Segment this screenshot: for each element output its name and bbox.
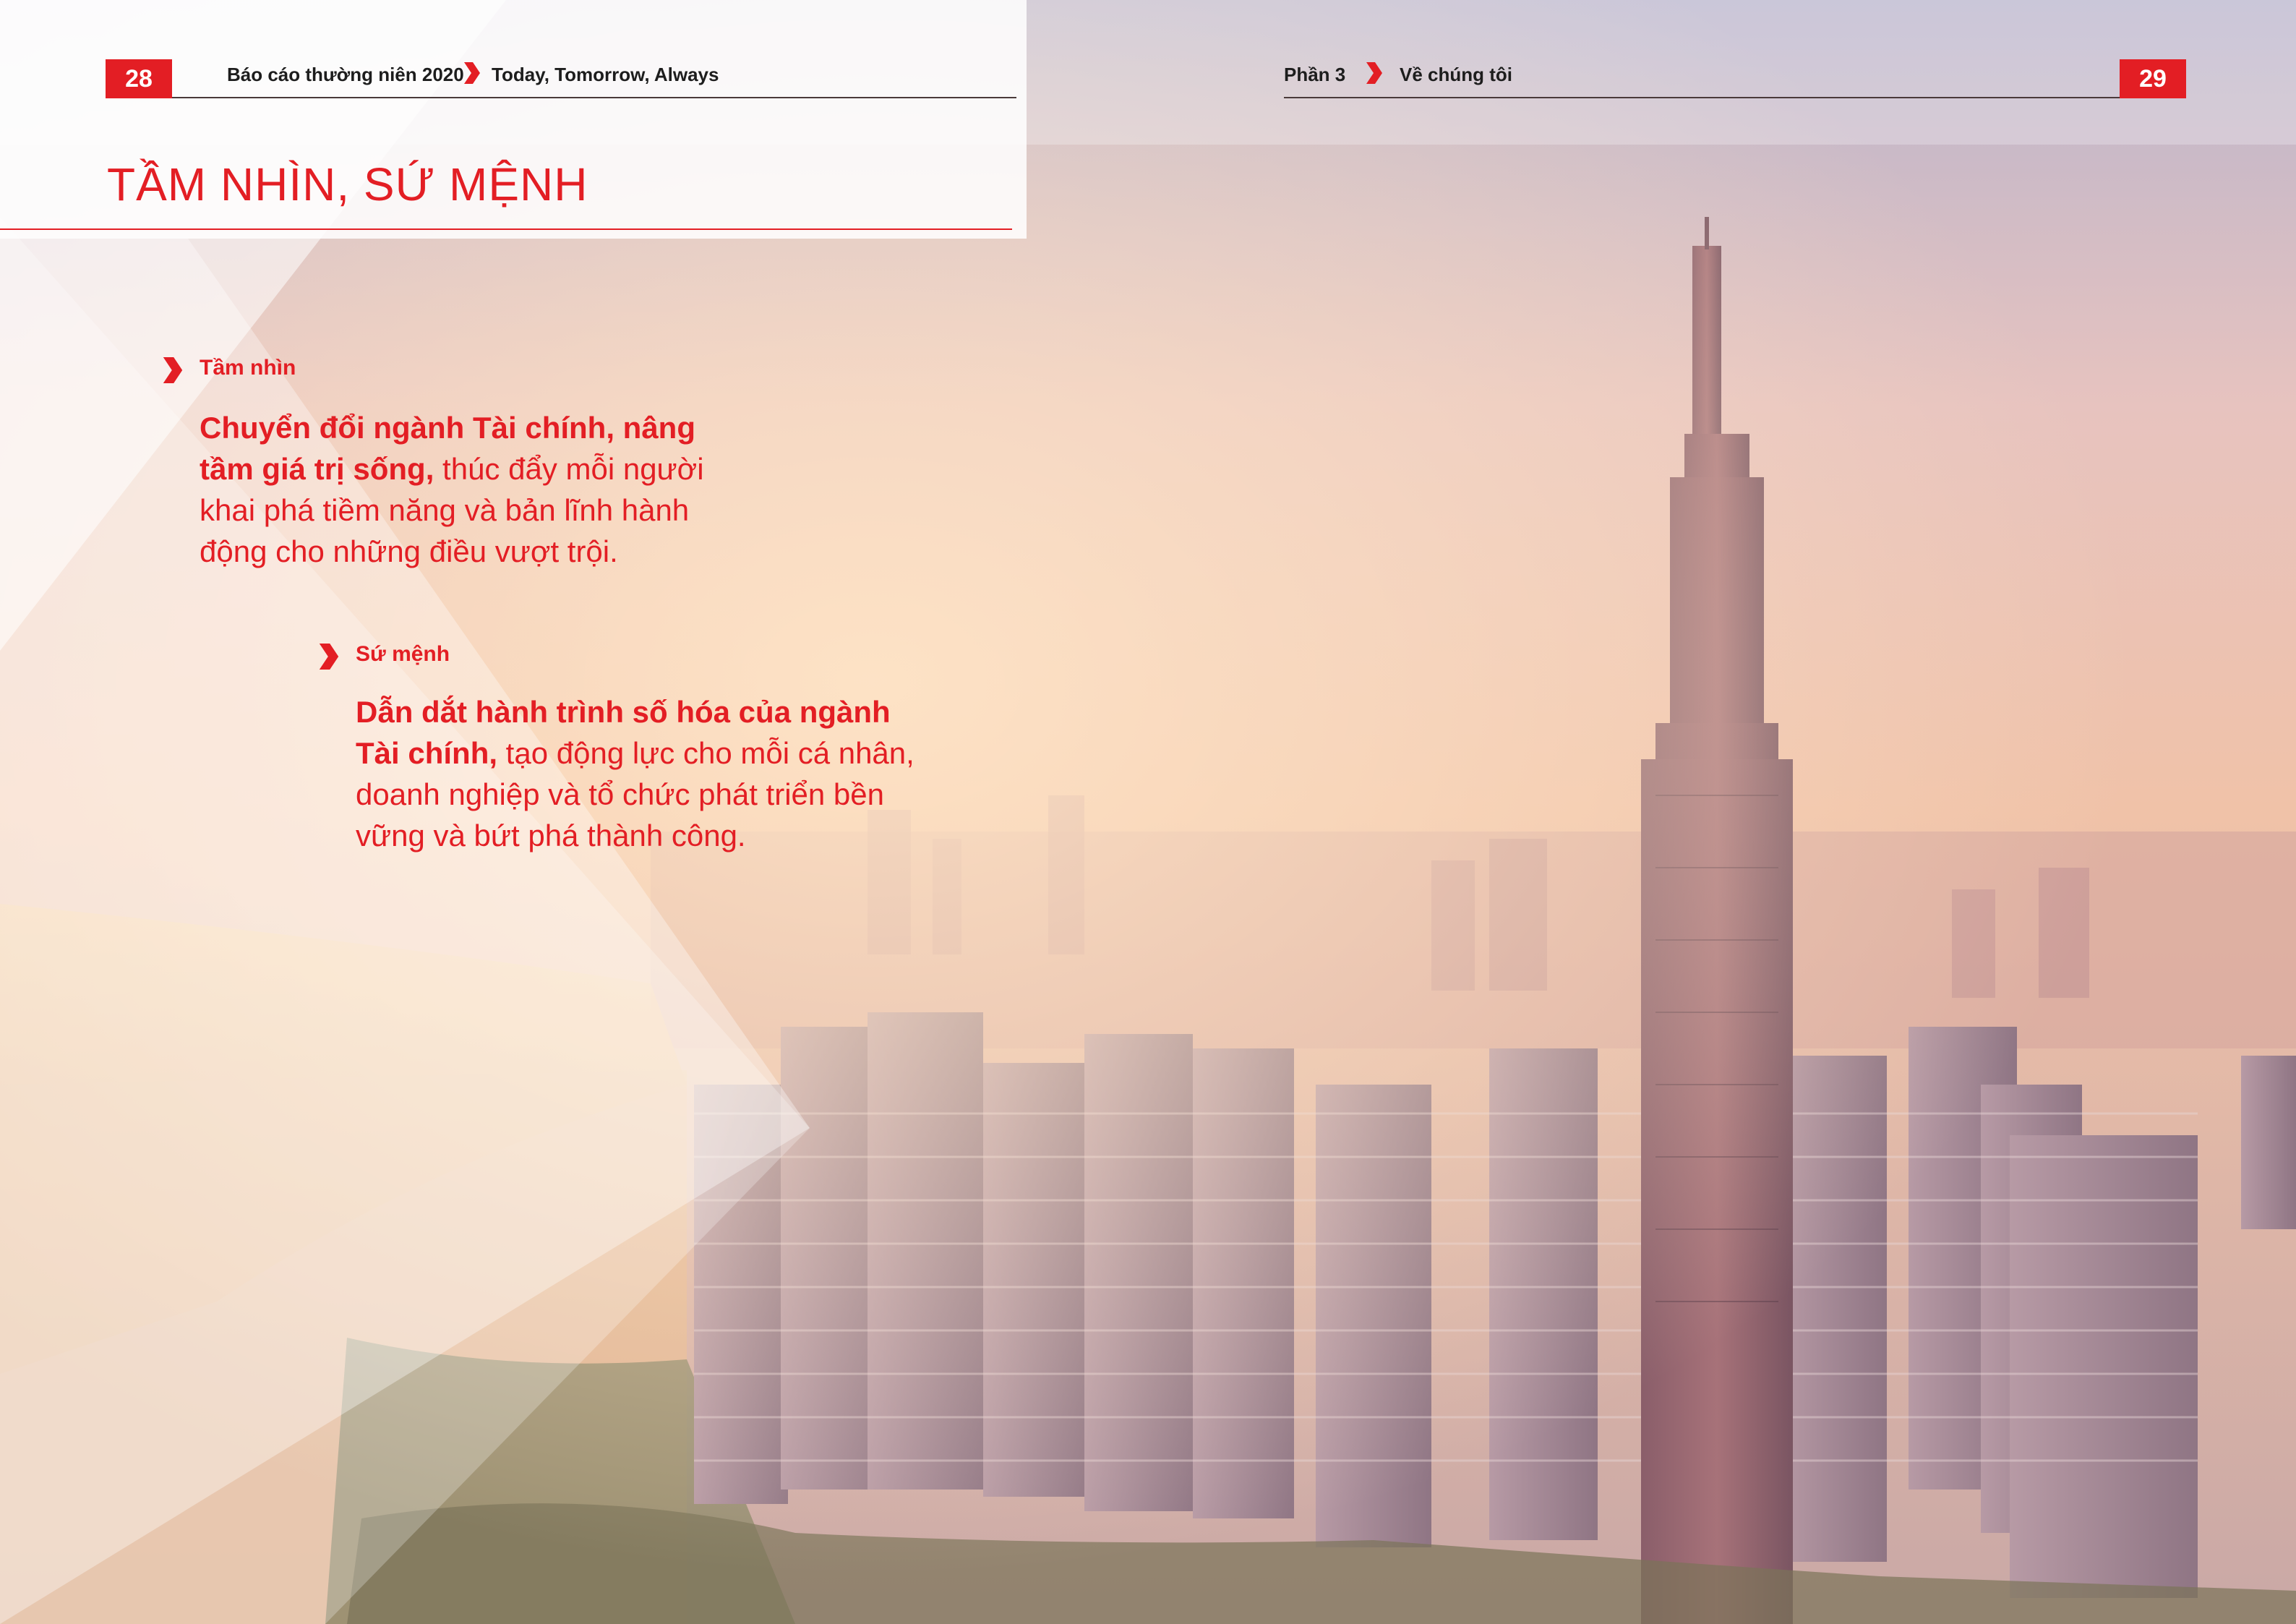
mission-statement: Dẫn dắt hành trình số hóa của ngành Tài … <box>356 691 914 856</box>
vision-label: Tầm nhìn <box>200 356 296 380</box>
page-title: TẦM NHÌN, SỨ MỆNH <box>107 158 588 210</box>
mission-line-2-bold: Tài chính, <box>356 736 498 770</box>
chevron-right-icon <box>464 62 480 84</box>
vision-statement: Chuyển đổi ngành Tài chính, nâng tầm giá… <box>200 407 704 572</box>
section-title: Về chúng tôi <box>1400 64 1512 85</box>
report-title: Báo cáo thường niên 2020 <box>227 64 464 85</box>
vision-line-4: động cho những điều vượt trội. <box>200 534 618 568</box>
chevron-right-icon <box>319 644 339 670</box>
chevron-right-icon <box>1366 62 1382 84</box>
vision-line-2-rest: thúc đẩy mỗi người <box>434 452 704 486</box>
report-tagline: Today, Tomorrow, Always <box>492 64 719 85</box>
mission-line-1: Dẫn dắt hành trình số hóa của ngành <box>356 695 891 729</box>
header-rule-right <box>1284 97 2120 98</box>
city-skyline-photo <box>0 0 2296 1624</box>
vision-line-2-bold: tầm giá trị sống, <box>200 452 434 486</box>
section-number: Phần 3 <box>1284 64 1346 85</box>
chevron-right-icon <box>163 357 183 383</box>
title-underline <box>0 228 1012 230</box>
mission-line-2-rest: tạo động lực cho mỗi cá nhân, <box>497 736 914 770</box>
page-number-right: 29 <box>2120 59 2186 98</box>
vision-line-1: Chuyển đổi ngành Tài chính, nâng <box>200 411 695 445</box>
mission-line-3: doanh nghiệp và tổ chức phát triển bền <box>356 777 884 811</box>
mission-line-4: vững và bứt phá thành công. <box>356 819 746 852</box>
mission-label: Sứ mệnh <box>356 642 450 666</box>
header-rule-left <box>172 97 1016 98</box>
page-number-left: 28 <box>106 59 172 98</box>
vision-line-3: khai phá tiềm năng và bản lĩnh hành <box>200 493 690 527</box>
